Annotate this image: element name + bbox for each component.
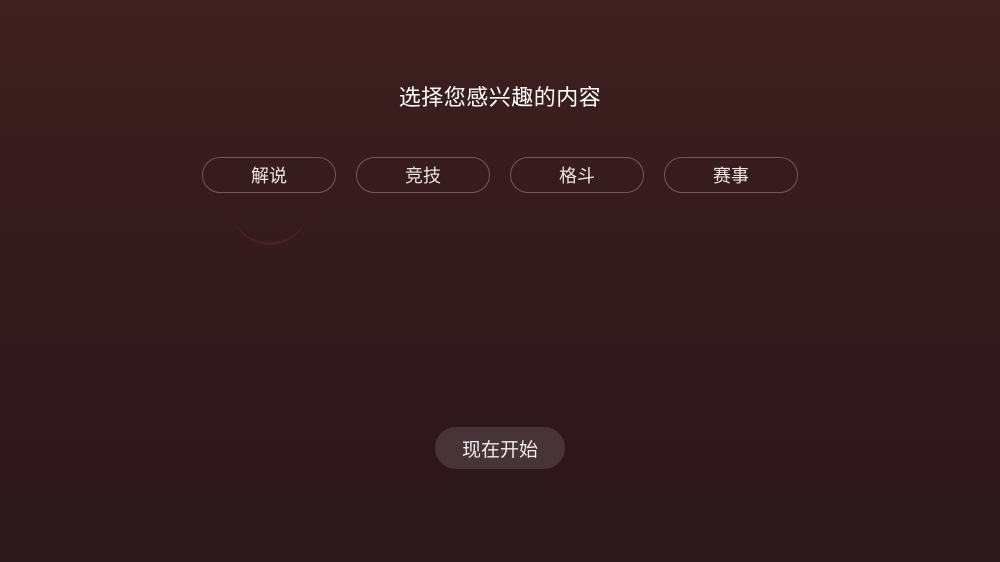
interest-chip-competitive[interactable]: 竞技 xyxy=(356,157,490,193)
interest-chip-group: 解说 竞技 格斗 赛事 xyxy=(202,157,798,193)
start-now-button[interactable]: 现在开始 xyxy=(435,427,565,469)
interest-chip-commentary[interactable]: 解说 xyxy=(202,157,336,193)
interest-selection-screen: 选择您感兴趣的内容 解说 竞技 格斗 赛事 现在开始 xyxy=(0,0,1000,562)
interest-chip-fighting[interactable]: 格斗 xyxy=(510,157,644,193)
background-decoration xyxy=(230,200,310,245)
interest-chip-tournament[interactable]: 赛事 xyxy=(664,157,798,193)
page-title: 选择您感兴趣的内容 xyxy=(398,86,602,111)
